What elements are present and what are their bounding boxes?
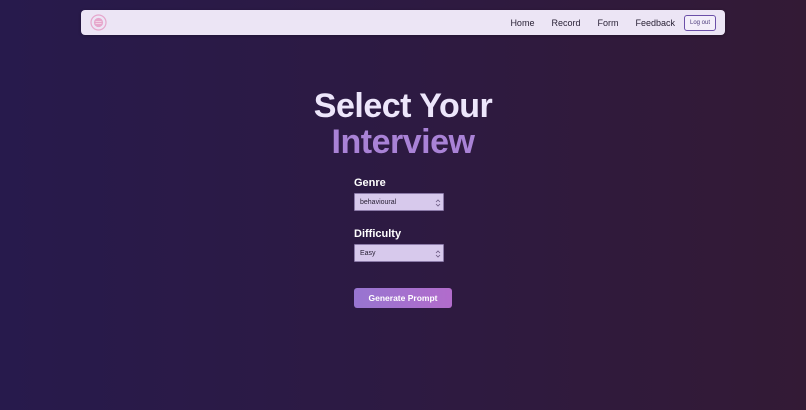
nav-links: Home Record Form Feedback Log out [493, 10, 716, 35]
circle-logo-icon[interactable] [90, 14, 107, 31]
chevron-updown-icon [435, 250, 441, 258]
difficulty-label: Difficulty [354, 228, 402, 240]
difficulty-select-value: Easy [360, 249, 376, 257]
page-title: Select Your Interview [0, 88, 806, 160]
nav-link-record[interactable]: Record [551, 18, 580, 28]
generate-prompt-button[interactable]: Generate Prompt [354, 288, 452, 308]
nav-link-feedback[interactable]: Feedback [635, 18, 675, 28]
genre-select[interactable]: behavioural [354, 193, 444, 211]
nav-link-form[interactable]: Form [597, 18, 618, 28]
chevron-updown-icon [435, 199, 441, 207]
genre-label: Genre [354, 177, 386, 189]
nav-link-home[interactable]: Home [510, 18, 534, 28]
logout-button[interactable]: Log out [684, 14, 716, 31]
title-line-1: Select Your [313, 87, 493, 125]
genre-select-value: behavioural [360, 198, 397, 206]
difficulty-select[interactable]: Easy [354, 244, 444, 262]
title-line-2: Interview [331, 123, 475, 161]
navbar: Home Record Form Feedback Log out [81, 10, 725, 35]
